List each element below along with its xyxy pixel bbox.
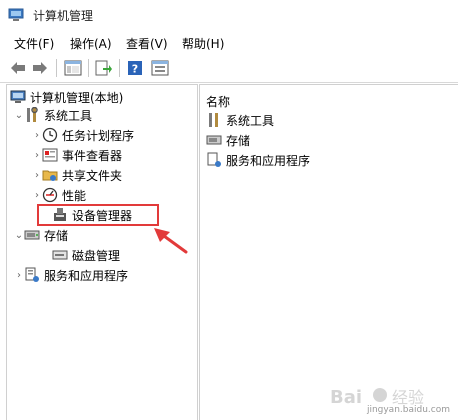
show-hide-console-tree-button[interactable] bbox=[63, 58, 83, 78]
tree-root-label: 计算机管理(本地) bbox=[30, 90, 124, 105]
export-list-icon bbox=[95, 60, 112, 76]
list-item[interactable]: 服务和应用程序 bbox=[206, 151, 310, 169]
svg-text:?: ? bbox=[132, 63, 138, 76]
properties-button[interactable] bbox=[150, 58, 170, 78]
forward-arrow-icon bbox=[33, 62, 47, 74]
tree-item-label: 共享文件夹 bbox=[62, 168, 123, 183]
storage-icon bbox=[24, 227, 40, 243]
list-item-label: 服务和应用程序 bbox=[226, 153, 311, 168]
toolbar: ? bbox=[0, 54, 458, 83]
storage-icon bbox=[206, 132, 222, 148]
console-tree-icon bbox=[64, 60, 82, 76]
chevron-right-icon[interactable]: › bbox=[32, 166, 42, 184]
tree-item-label: 磁盘管理 bbox=[72, 248, 121, 263]
list-item-label: 存储 bbox=[226, 133, 251, 148]
tree-item-label: 事件查看器 bbox=[62, 148, 123, 163]
tree-root[interactable]: 计算机管理(本地) bbox=[10, 88, 123, 106]
toolbar-separator bbox=[119, 59, 120, 77]
tools-icon bbox=[206, 112, 222, 128]
disk-icon bbox=[52, 247, 68, 263]
clock-icon bbox=[42, 127, 58, 143]
help-button[interactable]: ? bbox=[125, 58, 145, 78]
services-icon bbox=[24, 267, 40, 283]
tree-item-event-viewer[interactable]: › 事件查看器 bbox=[32, 146, 122, 164]
menu-bar: 文件(F) 操作(A) 查看(V) 帮助(H) bbox=[0, 30, 458, 54]
tree-item-label: 性能 bbox=[62, 188, 87, 203]
tree-item-shared-folders[interactable]: › 共享文件夹 bbox=[32, 166, 122, 184]
chevron-right-icon[interactable]: › bbox=[32, 126, 42, 144]
list-item[interactable]: 存储 bbox=[206, 131, 250, 149]
event-viewer-icon bbox=[42, 147, 58, 163]
tree-item-label: 任务计划程序 bbox=[62, 128, 135, 143]
menu-action[interactable]: 操作(A) bbox=[70, 35, 112, 52]
tree-item-disk-management[interactable]: 磁盘管理 bbox=[52, 246, 120, 264]
watermark-url: jingyan.baidu.com bbox=[366, 405, 450, 415]
export-list-button[interactable] bbox=[94, 58, 114, 78]
list-item[interactable]: 系统工具 bbox=[206, 111, 274, 129]
forward-button[interactable] bbox=[30, 58, 50, 78]
menu-file[interactable]: 文件(F) bbox=[14, 35, 54, 52]
chevron-right-icon[interactable]: › bbox=[14, 266, 24, 284]
details-pane: 名称 系统工具 存储 服务和应用程序 bbox=[199, 84, 458, 420]
toolbar-separator bbox=[56, 59, 57, 77]
shared-folder-icon bbox=[42, 167, 58, 183]
tools-icon bbox=[24, 107, 40, 123]
toolbar-separator bbox=[88, 59, 89, 77]
services-icon bbox=[206, 152, 222, 168]
chevron-down-icon[interactable]: ⌄ bbox=[14, 226, 24, 244]
computer-icon bbox=[10, 89, 26, 105]
chevron-down-icon[interactable]: ⌄ bbox=[14, 106, 24, 124]
tree-item-storage[interactable]: ⌄ 存储 bbox=[14, 226, 68, 244]
pointer-arrow-icon bbox=[154, 228, 188, 254]
name-column-header[interactable]: 名称 bbox=[206, 93, 230, 110]
tree-item-system-tools[interactable]: ⌄ 系统工具 bbox=[14, 106, 92, 124]
performance-icon bbox=[42, 187, 58, 203]
back-button[interactable] bbox=[8, 58, 28, 78]
tree-item-label: 系统工具 bbox=[44, 108, 93, 123]
svg-text:Bai: Bai bbox=[330, 387, 362, 408]
highlight-box bbox=[37, 204, 159, 226]
properties-icon bbox=[151, 60, 169, 76]
chevron-right-icon[interactable]: › bbox=[32, 146, 42, 164]
tree-item-label: 存储 bbox=[44, 228, 69, 243]
title-bar: 计算机管理 bbox=[0, 0, 458, 30]
tree-item-services-apps[interactable]: › 服务和应用程序 bbox=[14, 266, 128, 284]
tree-item-performance[interactable]: › 性能 bbox=[32, 186, 86, 204]
menu-help[interactable]: 帮助(H) bbox=[182, 35, 224, 52]
back-arrow-icon bbox=[11, 62, 25, 74]
list-item-label: 系统工具 bbox=[226, 113, 275, 128]
menu-view[interactable]: 查看(V) bbox=[126, 35, 168, 52]
computer-management-icon bbox=[8, 8, 24, 21]
tree-item-task-scheduler[interactable]: › 任务计划程序 bbox=[32, 126, 134, 144]
chevron-right-icon[interactable]: › bbox=[32, 186, 42, 204]
tree-item-label: 服务和应用程序 bbox=[44, 268, 129, 283]
window-title: 计算机管理 bbox=[33, 9, 94, 23]
help-icon: ? bbox=[128, 61, 142, 76]
